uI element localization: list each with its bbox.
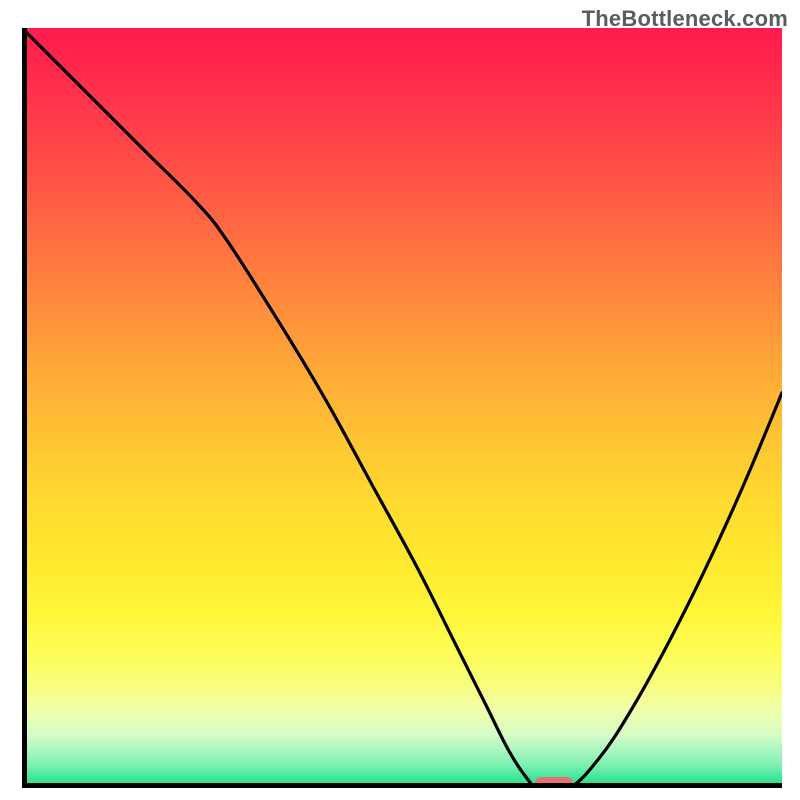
bottleneck-curve <box>22 28 782 788</box>
curve-svg <box>22 28 782 788</box>
chart-stage: TheBottleneck.com <box>0 0 800 800</box>
watermark-text: TheBottleneck.com <box>582 6 788 32</box>
plot-area <box>22 28 782 788</box>
plot-inner <box>22 28 782 788</box>
optimal-marker <box>535 777 573 788</box>
